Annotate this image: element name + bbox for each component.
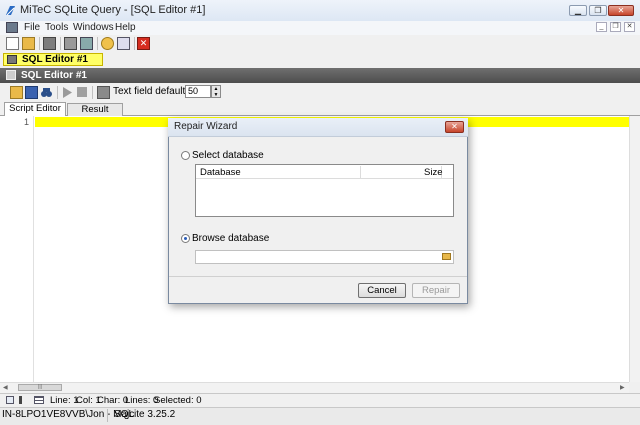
tab-script-editor[interactable]: Script Editor xyxy=(4,102,66,116)
menu-tools[interactable]: Tools xyxy=(45,21,68,34)
run-icon[interactable] xyxy=(61,86,73,99)
text-field-size-input[interactable]: 50 xyxy=(185,85,211,98)
save-icon[interactable] xyxy=(25,86,38,99)
line-number: 1 xyxy=(24,117,30,127)
status-char: Char: 0 xyxy=(97,395,129,406)
column-header-database[interactable]: Database xyxy=(200,167,241,178)
repair-button[interactable]: Repair xyxy=(412,283,460,298)
horizontal-scroll-thumb[interactable]: ||| xyxy=(18,384,62,391)
app-logo-icon xyxy=(6,6,15,16)
tab-result-buffer[interactable]: Result Buffer xyxy=(67,103,123,127)
text-field-size-spinner[interactable]: ▲ ▼ xyxy=(211,85,221,98)
menu-windows[interactable]: Windows xyxy=(73,21,114,34)
toolbar-separator xyxy=(97,37,98,50)
query-icon[interactable] xyxy=(80,37,93,50)
minimize-button[interactable]: ▁ xyxy=(569,5,587,16)
list-icon[interactable] xyxy=(34,396,44,404)
new-file-icon[interactable] xyxy=(6,37,19,50)
toolbar-separator xyxy=(39,37,40,50)
open-script-icon[interactable] xyxy=(10,86,23,99)
mdi-minimize-button[interactable]: _ xyxy=(596,22,607,32)
menu-file[interactable]: File xyxy=(24,21,40,34)
find-icon[interactable] xyxy=(40,86,53,99)
exit-icon[interactable]: ✕ xyxy=(137,37,150,50)
open-folder-icon[interactable] xyxy=(22,37,35,50)
editor-header-title: SQL Editor #1 xyxy=(21,70,87,81)
menu-help[interactable]: Help xyxy=(115,21,136,34)
column-header-size[interactable]: Size xyxy=(424,167,442,178)
scroll-left-icon[interactable]: ◀ xyxy=(3,384,8,391)
window-title: MiTeC SQLite Query - [SQL Editor #1] xyxy=(20,4,206,16)
cancel-button[interactable]: Cancel xyxy=(358,283,406,298)
database-icon[interactable] xyxy=(43,37,56,50)
browse-database-label: Browse database xyxy=(192,233,270,244)
column-divider xyxy=(360,166,361,178)
restore-button[interactable]: ❐ xyxy=(589,5,607,16)
status-selected: Selected: 0 xyxy=(154,395,202,406)
browse-database-radio[interactable] xyxy=(181,234,190,243)
toolbar-separator xyxy=(60,37,61,50)
select-database-radio[interactable] xyxy=(181,151,190,160)
dialog-divider xyxy=(169,276,467,277)
line-number-gutter xyxy=(0,116,34,382)
main-toolbar xyxy=(0,35,640,52)
document-icon[interactable] xyxy=(6,22,18,33)
table-icon[interactable] xyxy=(64,37,77,50)
dialog-close-button[interactable]: ✕ xyxy=(445,121,464,133)
sql-editor-icon xyxy=(7,55,17,64)
sql-editor-icon xyxy=(6,70,16,80)
dialog-title: Repair Wizard xyxy=(174,121,238,132)
options-icon[interactable] xyxy=(101,37,114,50)
mdi-close-button[interactable]: ✕ xyxy=(624,22,635,32)
editor-header xyxy=(0,68,640,83)
editor-toolbar xyxy=(0,83,640,101)
toolbar-separator xyxy=(57,86,58,99)
horizontal-scrollbar[interactable] xyxy=(0,382,629,393)
close-window-button[interactable]: ✕ xyxy=(608,5,634,16)
panel-toggle-icon[interactable] xyxy=(6,396,14,404)
vertical-scrollbar[interactable] xyxy=(629,116,640,382)
window-icon[interactable] xyxy=(117,37,130,50)
status-sqlite-version: SQLite 3.25.2 xyxy=(114,409,176,420)
status-divider xyxy=(107,409,108,422)
toolbar-separator xyxy=(134,37,135,50)
doc-tab-label: SQL Editor #1 xyxy=(22,54,88,65)
stop-icon[interactable] xyxy=(77,87,87,97)
toolbar-separator xyxy=(92,86,93,99)
scroll-right-icon[interactable]: ▶ xyxy=(620,384,625,391)
browse-path-input[interactable] xyxy=(195,250,454,264)
export-icon[interactable] xyxy=(97,86,110,99)
mdi-restore-button[interactable]: ❐ xyxy=(610,22,621,32)
status-line: Line: 1 xyxy=(50,395,79,406)
select-database-label: Select database xyxy=(192,150,264,161)
browse-folder-icon[interactable] xyxy=(442,253,451,260)
split-icon[interactable] xyxy=(19,396,22,404)
